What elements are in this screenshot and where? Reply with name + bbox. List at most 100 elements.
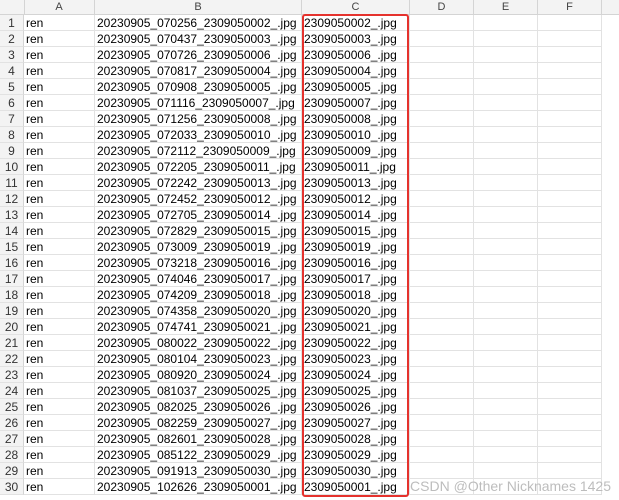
row-header[interactable]: 23 [0, 367, 24, 383]
cell-a[interactable]: ren [24, 15, 95, 31]
cell-b[interactable]: 20230905_072112_2309050009_.jpg [95, 143, 302, 159]
cell-a[interactable]: ren [24, 31, 95, 47]
cell-d[interactable] [410, 319, 474, 335]
cell-d[interactable] [410, 111, 474, 127]
cell-c[interactable]: 2309050013_.jpg [302, 175, 410, 191]
cell-c[interactable]: 2309050010_.jpg [302, 127, 410, 143]
row-header[interactable]: 29 [0, 463, 24, 479]
cell-c[interactable]: 2309050001_.jpg [302, 479, 410, 495]
cell-c[interactable]: 2309050028_.jpg [302, 431, 410, 447]
cell-b[interactable]: 20230905_072452_2309050012_.jpg [95, 191, 302, 207]
cell-d[interactable] [410, 463, 474, 479]
cell-c[interactable]: 2309050005_.jpg [302, 79, 410, 95]
cell-f[interactable] [538, 111, 602, 127]
cell-e[interactable] [474, 431, 538, 447]
cell-a[interactable]: ren [24, 463, 95, 479]
cell-f[interactable] [538, 463, 602, 479]
cell-d[interactable] [410, 175, 474, 191]
cell-b[interactable]: 20230905_072829_2309050015_.jpg [95, 223, 302, 239]
cell-f[interactable] [538, 255, 602, 271]
cell-c[interactable]: 2309050004_.jpg [302, 63, 410, 79]
cell-e[interactable] [474, 335, 538, 351]
cell-a[interactable]: ren [24, 47, 95, 63]
cell-b[interactable]: 20230905_074741_2309050021_.jpg [95, 319, 302, 335]
cell-f[interactable] [538, 31, 602, 47]
cell-d[interactable] [410, 63, 474, 79]
cell-b[interactable]: 20230905_082601_2309050028_.jpg [95, 431, 302, 447]
row-header[interactable]: 19 [0, 303, 24, 319]
cell-f[interactable] [538, 95, 602, 111]
cell-f[interactable] [538, 399, 602, 415]
cell-b[interactable]: 20230905_070726_2309050006_.jpg [95, 47, 302, 63]
row-header[interactable]: 27 [0, 431, 24, 447]
cell-b[interactable]: 20230905_071256_2309050008_.jpg [95, 111, 302, 127]
cell-b[interactable]: 20230905_080920_2309050024_.jpg [95, 367, 302, 383]
cell-a[interactable]: ren [24, 431, 95, 447]
cell-d[interactable] [410, 271, 474, 287]
cell-e[interactable] [474, 239, 538, 255]
cell-b[interactable]: 20230905_082025_2309050026_.jpg [95, 399, 302, 415]
cell-f[interactable] [538, 223, 602, 239]
cell-f[interactable] [538, 47, 602, 63]
cell-e[interactable] [474, 175, 538, 191]
cell-e[interactable] [474, 47, 538, 63]
cell-a[interactable]: ren [24, 159, 95, 175]
cell-d[interactable] [410, 335, 474, 351]
row-header[interactable]: 9 [0, 143, 24, 159]
cell-d[interactable] [410, 399, 474, 415]
cell-c[interactable]: 2309050029_.jpg [302, 447, 410, 463]
cell-b[interactable]: 20230905_074046_2309050017_.jpg [95, 271, 302, 287]
row-header[interactable]: 22 [0, 351, 24, 367]
cell-a[interactable]: ren [24, 63, 95, 79]
cell-a[interactable]: ren [24, 207, 95, 223]
row-header[interactable]: 15 [0, 239, 24, 255]
column-header-d[interactable]: D [410, 0, 474, 14]
row-header[interactable]: 20 [0, 319, 24, 335]
cell-c[interactable]: 2309050025_.jpg [302, 383, 410, 399]
cell-a[interactable]: ren [24, 351, 95, 367]
cell-f[interactable] [538, 175, 602, 191]
column-header-b[interactable]: B [95, 0, 302, 14]
cell-a[interactable]: ren [24, 479, 95, 495]
cell-e[interactable] [474, 303, 538, 319]
cell-b[interactable]: 20230905_072205_2309050011_.jpg [95, 159, 302, 175]
row-header[interactable]: 24 [0, 383, 24, 399]
row-header[interactable]: 4 [0, 63, 24, 79]
cell-e[interactable] [474, 159, 538, 175]
row-header[interactable]: 8 [0, 127, 24, 143]
cell-f[interactable] [538, 239, 602, 255]
cell-e[interactable] [474, 191, 538, 207]
cell-e[interactable] [474, 367, 538, 383]
cell-c[interactable]: 2309050014_.jpg [302, 207, 410, 223]
cell-b[interactable]: 20230905_070256_2309050002_.jpg [95, 15, 302, 31]
cell-a[interactable]: ren [24, 335, 95, 351]
cell-d[interactable] [410, 303, 474, 319]
cell-c[interactable]: 2309050021_.jpg [302, 319, 410, 335]
cell-d[interactable] [410, 383, 474, 399]
select-all-corner[interactable] [0, 0, 25, 14]
cell-a[interactable]: ren [24, 399, 95, 415]
cell-d[interactable] [410, 239, 474, 255]
cell-a[interactable]: ren [24, 447, 95, 463]
cell-f[interactable] [538, 415, 602, 431]
row-header[interactable]: 13 [0, 207, 24, 223]
cell-c[interactable]: 2309050024_.jpg [302, 367, 410, 383]
cell-f[interactable] [538, 367, 602, 383]
cell-f[interactable] [538, 15, 602, 31]
cell-a[interactable]: ren [24, 143, 95, 159]
cell-b[interactable]: 20230905_081037_2309050025_.jpg [95, 383, 302, 399]
row-header[interactable]: 25 [0, 399, 24, 415]
column-header-e[interactable]: E [474, 0, 538, 14]
cell-f[interactable] [538, 143, 602, 159]
cell-e[interactable] [474, 255, 538, 271]
cell-a[interactable]: ren [24, 79, 95, 95]
cell-f[interactable] [538, 383, 602, 399]
cell-b[interactable]: 20230905_070437_2309050003_.jpg [95, 31, 302, 47]
cell-c[interactable]: 2309050009_.jpg [302, 143, 410, 159]
cell-b[interactable]: 20230905_073009_2309050019_.jpg [95, 239, 302, 255]
cell-a[interactable]: ren [24, 191, 95, 207]
row-header[interactable]: 11 [0, 175, 24, 191]
row-header[interactable]: 28 [0, 447, 24, 463]
cell-e[interactable] [474, 95, 538, 111]
cell-c[interactable]: 2309050027_.jpg [302, 415, 410, 431]
